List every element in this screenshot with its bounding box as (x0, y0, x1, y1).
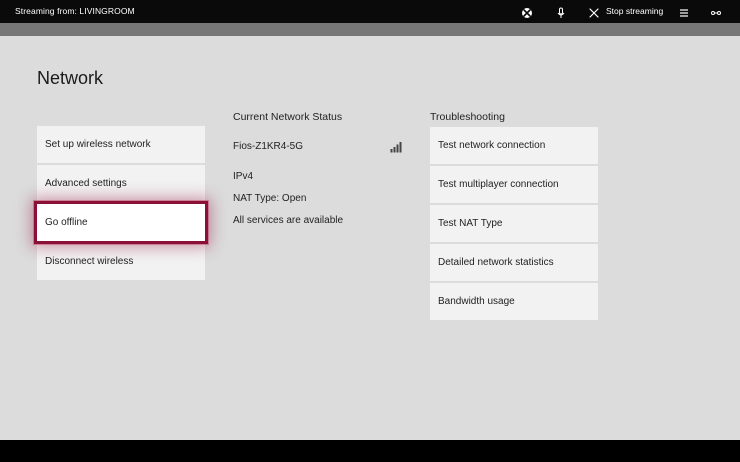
stop-streaming-button[interactable]: Stop streaming (606, 0, 663, 23)
nat-type-status: NAT Type: Open (233, 193, 307, 204)
microphone-icon[interactable] (555, 6, 567, 18)
test-nat-type-button[interactable]: Test NAT Type (430, 205, 598, 242)
troubleshooting-heading: Troubleshooting (430, 111, 505, 123)
detailed-network-statistics-button[interactable]: Detailed network statistics (430, 244, 598, 281)
setup-wireless-network-button[interactable]: Set up wireless network (37, 126, 205, 163)
disconnect-wireless-button[interactable]: Disconnect wireless (37, 243, 205, 280)
xbox-icon[interactable] (521, 6, 533, 18)
bottom-bar (0, 440, 740, 462)
test-network-connection-button[interactable]: Test network connection (430, 127, 598, 164)
page-title: Network (37, 68, 104, 88)
streaming-subbar (0, 23, 740, 36)
advanced-settings-button[interactable]: Advanced settings (37, 165, 205, 202)
network-status-heading: Current Network Status (233, 111, 343, 123)
go-offline-button[interactable]: Go offline (34, 201, 208, 244)
close-icon[interactable] (588, 6, 600, 18)
streaming-bar: Streaming from: LIVINGROOM Stop streamin… (0, 0, 740, 23)
menu-icon[interactable] (678, 6, 690, 18)
test-multiplayer-connection-button[interactable]: Test multiplayer connection (430, 166, 598, 203)
network-settings-page: Network Set up wireless network Advanced… (0, 36, 740, 440)
connection-icon[interactable] (710, 6, 722, 18)
signal-strength-icon (390, 140, 402, 153)
services-status: All services are available (233, 215, 344, 226)
bandwidth-usage-button[interactable]: Bandwidth usage (430, 283, 598, 320)
streaming-source-label: Streaming from: LIVINGROOM (15, 6, 135, 16)
ip-version: IPv4 (233, 171, 254, 182)
network-name: Fios-Z1KR4-5G (233, 141, 304, 152)
